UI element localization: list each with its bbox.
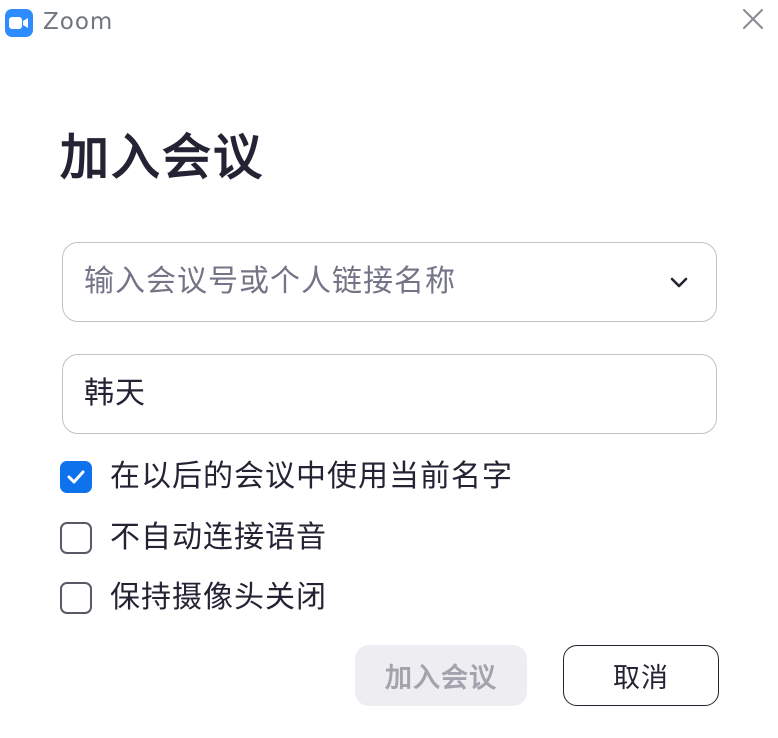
close-button[interactable] — [740, 8, 766, 34]
app-title: Zoom — [43, 9, 114, 35]
display-name-input[interactable]: 韩天 — [62, 354, 717, 434]
option-remember-name[interactable]: 在以后的会议中使用当前名字 — [60, 457, 513, 497]
page-title: 加入会议 — [60, 129, 265, 186]
no-auto-audio-checkbox[interactable] — [60, 522, 92, 554]
display-name-value: 韩天 — [84, 376, 146, 411]
camera-off-label: 保持摄像头关闭 — [110, 580, 327, 615]
remember-name-checkbox[interactable] — [60, 461, 92, 493]
join-button[interactable]: 加入会议 — [355, 645, 527, 706]
join-meeting-window: Zoom 加入会议 输入会议号或个人链接名称 韩天 在以后的会议中使用当前名字 — [0, 0, 778, 738]
checkmark-icon — [67, 470, 85, 484]
meeting-id-placeholder: 输入会议号或个人链接名称 — [84, 264, 456, 299]
close-icon — [742, 8, 764, 34]
no-auto-audio-label: 不自动连接语音 — [110, 520, 327, 555]
cancel-button[interactable]: 取消 — [563, 645, 719, 706]
option-camera-off[interactable]: 保持摄像头关闭 — [60, 578, 327, 618]
zoom-camera-icon — [5, 9, 33, 37]
chevron-down-icon[interactable] — [668, 272, 690, 294]
remember-name-label: 在以后的会议中使用当前名字 — [110, 459, 513, 494]
camera-off-checkbox[interactable] — [60, 582, 92, 614]
option-no-auto-audio[interactable]: 不自动连接语音 — [60, 518, 327, 558]
meeting-id-input[interactable]: 输入会议号或个人链接名称 — [62, 242, 717, 322]
